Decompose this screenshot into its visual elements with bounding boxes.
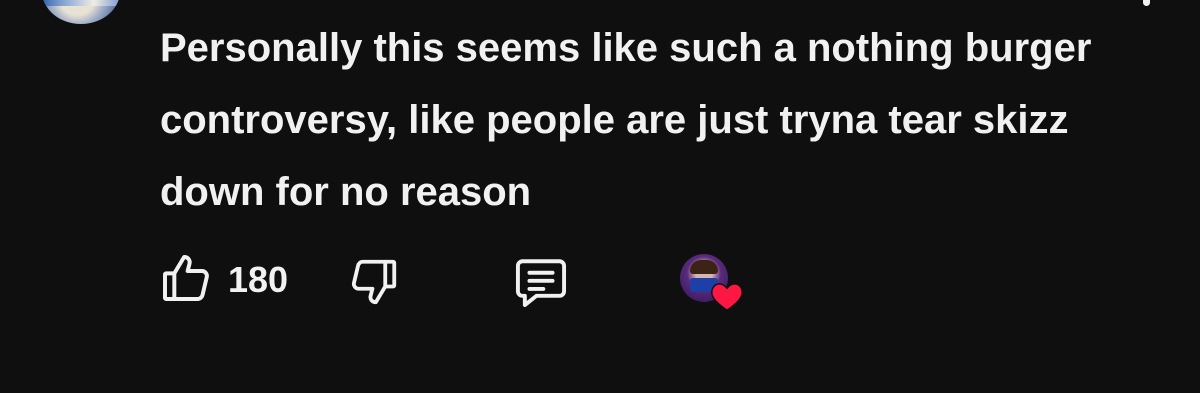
comment-text: Personally this seems like such a nothin… <box>160 26 1092 214</box>
reply-button[interactable] <box>511 256 571 312</box>
comment-bubble-icon <box>511 254 571 315</box>
like-button[interactable]: 180 <box>158 252 288 308</box>
thumbs-down-icon <box>347 255 401 314</box>
heart-icon <box>710 280 744 317</box>
commenter-avatar[interactable] <box>42 0 120 24</box>
more-options-icon[interactable] <box>1143 0 1150 6</box>
creator-heart-badge <box>680 254 746 314</box>
avatar-image-detail <box>42 0 120 6</box>
thumbs-up-icon <box>158 250 214 311</box>
dislike-button[interactable] <box>347 256 401 312</box>
like-count: 180 <box>228 259 289 300</box>
